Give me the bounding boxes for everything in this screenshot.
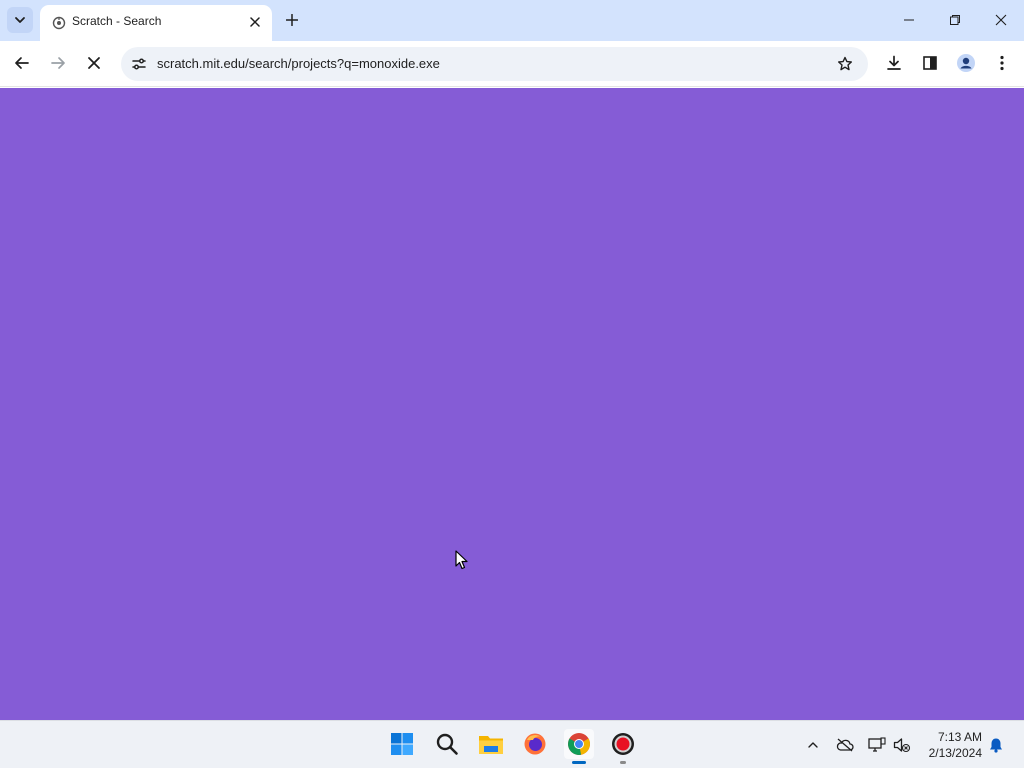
close-icon	[995, 14, 1007, 26]
download-icon	[887, 55, 901, 70]
downloads-button[interactable]	[880, 49, 908, 77]
active-app-indicator	[572, 761, 586, 764]
close-window-button[interactable]	[978, 0, 1024, 40]
notifications-button[interactable]	[986, 735, 1006, 755]
cloud-offline-icon	[836, 738, 854, 752]
address-bar[interactable]: scratch.mit.edu/search/projects?q=monoxi…	[121, 47, 868, 81]
tab-strip: Scratch - Search	[0, 0, 1024, 41]
back-button[interactable]	[8, 49, 36, 77]
stop-loading-button[interactable]	[80, 49, 108, 77]
mouse-cursor-icon	[455, 550, 468, 570]
taskbar-search-button[interactable]	[432, 729, 462, 759]
forward-button[interactable]	[44, 49, 72, 77]
chevron-up-icon	[808, 742, 818, 748]
minimize-button[interactable]	[886, 0, 932, 40]
restore-button[interactable]	[932, 0, 978, 40]
show-hidden-icons-button[interactable]	[803, 735, 823, 755]
profile-button[interactable]	[952, 49, 980, 77]
firefox-button[interactable]	[520, 729, 550, 759]
system-clock[interactable]: 7:13 AM 2/13/2024	[918, 729, 982, 761]
network-tray[interactable]	[867, 735, 887, 755]
chrome-icon	[568, 733, 590, 755]
start-button[interactable]	[387, 729, 417, 759]
tab-search-button[interactable]	[7, 7, 33, 33]
url-text: scratch.mit.edu/search/projects?q=monoxi…	[157, 56, 440, 71]
file-explorer-button[interactable]	[476, 729, 506, 759]
more-vertical-icon	[1000, 55, 1004, 71]
tab-close-icon[interactable]	[246, 13, 264, 31]
forward-arrow-icon	[51, 57, 65, 69]
start-icon	[391, 733, 413, 755]
volume-muted-icon	[893, 738, 911, 753]
menu-button[interactable]	[988, 49, 1016, 77]
chevron-down-icon	[15, 17, 25, 23]
stop-icon	[88, 57, 100, 69]
side-panel-icon	[923, 56, 937, 70]
firefox-icon	[524, 733, 546, 755]
taskbar: 7:13 AM 2/13/2024	[0, 720, 1024, 768]
tab-scratch-search[interactable]: Scratch - Search	[40, 5, 272, 41]
network-icon	[868, 737, 886, 752]
recorder-button[interactable]	[608, 729, 638, 764]
plus-icon	[286, 14, 298, 26]
file-explorer-icon	[479, 736, 503, 754]
recorder-icon	[612, 733, 634, 755]
side-panel-button[interactable]	[916, 49, 944, 77]
minimize-icon	[904, 19, 914, 21]
search-icon	[436, 733, 458, 755]
profile-avatar-icon	[957, 54, 975, 72]
back-arrow-icon	[15, 57, 29, 69]
volume-tray[interactable]	[892, 735, 912, 755]
site-settings-icon[interactable]	[127, 52, 151, 76]
bell-icon	[990, 738, 1002, 753]
clock-date: 2/13/2024	[928, 746, 982, 760]
restore-icon	[950, 15, 960, 25]
bookmark-star-icon[interactable]	[834, 53, 856, 75]
page-content	[0, 88, 1024, 720]
new-tab-button[interactable]	[281, 9, 303, 31]
scratch-icon	[51, 15, 67, 31]
chrome-button[interactable]	[564, 729, 594, 764]
clock-time: 7:13 AM	[937, 730, 982, 744]
browser-toolbar: scratch.mit.edu/search/projects?q=monoxi…	[0, 41, 1024, 87]
running-app-indicator	[620, 761, 626, 764]
onedrive-tray[interactable]	[835, 735, 855, 755]
tab-title: Scratch - Search	[72, 14, 162, 28]
